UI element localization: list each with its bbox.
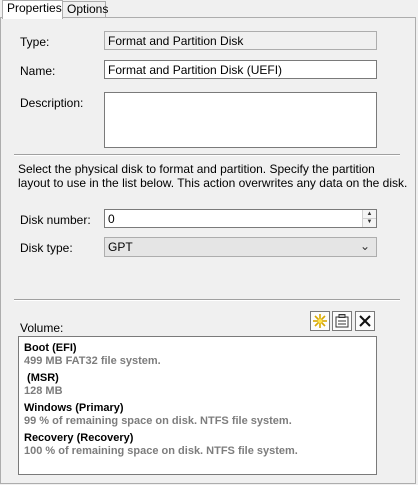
- instructions-text: Select the physical disk to format and p…: [18, 162, 408, 190]
- volume-title: Boot (EFI): [24, 342, 77, 354]
- disk-number-stepper[interactable]: 0 ▲ ▼: [104, 209, 377, 228]
- disk-number-value: 0: [108, 212, 115, 226]
- volume-title: Recovery (Recovery): [24, 432, 134, 444]
- volume-detail: 128 MB: [24, 385, 63, 397]
- delete-x-icon: [359, 315, 371, 327]
- new-star-icon: [313, 314, 327, 328]
- list-item[interactable]: (MSR) 128 MB: [24, 372, 63, 398]
- separator: [14, 299, 400, 301]
- list-item[interactable]: Recovery (Recovery) 100 % of remaining s…: [24, 432, 298, 458]
- volume-title: (MSR): [24, 372, 59, 384]
- properties-icon: [335, 314, 349, 328]
- tab-options[interactable]: Options: [62, 1, 108, 17]
- type-label: Type:: [20, 35, 50, 49]
- tab-bar: Properties Options: [0, 0, 418, 19]
- volume-detail: 499 MB FAT32 file system.: [24, 355, 161, 367]
- volume-label: Volume:: [20, 321, 64, 335]
- description-label: Description:: [20, 96, 84, 110]
- volume-detail: 100 % of remaining space on disk. NTFS f…: [24, 445, 298, 457]
- separator: [14, 154, 400, 156]
- disk-type-label: Disk type:: [20, 241, 73, 255]
- disk-type-select[interactable]: GPT ⌄: [104, 237, 377, 257]
- disk-type-value: GPT: [108, 240, 133, 254]
- volume-list[interactable]: Boot (EFI) 499 MB FAT32 file system. (MS…: [18, 336, 377, 475]
- tab-properties[interactable]: Properties: [2, 0, 63, 19]
- new-volume-button[interactable]: [310, 311, 330, 331]
- spin-down-icon[interactable]: ▼: [363, 218, 376, 226]
- name-input[interactable]: Format and Partition Disk (UEFI): [104, 60, 377, 79]
- volume-title: Windows (Primary): [24, 402, 124, 414]
- list-item[interactable]: Boot (EFI) 499 MB FAT32 file system.: [24, 342, 161, 368]
- volume-detail: 99 % of remaining space on disk. NTFS fi…: [24, 415, 292, 427]
- delete-volume-button[interactable]: [355, 311, 375, 331]
- volume-properties-button[interactable]: [332, 311, 352, 331]
- type-field: Format and Partition Disk: [104, 31, 377, 50]
- spin-buttons[interactable]: ▲ ▼: [362, 210, 376, 227]
- chevron-down-icon: ⌄: [359, 239, 370, 253]
- list-item[interactable]: Windows (Primary) 99 % of remaining spac…: [24, 402, 292, 428]
- disk-number-label: Disk number:: [20, 213, 91, 227]
- name-label: Name:: [20, 64, 56, 78]
- description-input[interactable]: [104, 92, 377, 148]
